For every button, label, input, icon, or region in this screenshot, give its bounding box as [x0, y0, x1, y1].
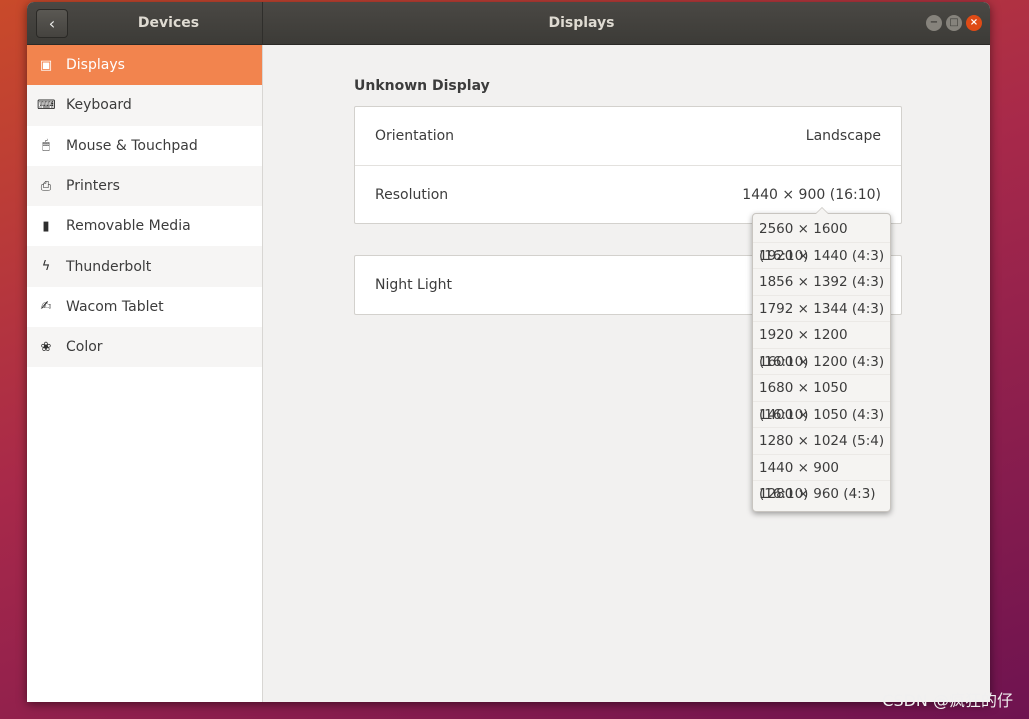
close-button[interactable]: × — [966, 15, 982, 31]
sidebar-item-displays[interactable]: ▣ Displays — [27, 45, 262, 86]
sidebar-item-color[interactable]: ❀ Color — [27, 327, 262, 368]
display-name-heading: Unknown Display — [354, 78, 490, 94]
display-icon: ▣ — [39, 57, 53, 73]
minimize-button[interactable]: − — [926, 15, 942, 31]
color-icon: ❀ — [40, 339, 52, 355]
sidebar-item-removable-media[interactable]: ▮ Removable Media — [27, 206, 262, 247]
printer-icon: ⎙ — [40, 178, 52, 194]
sidebar-header: ‹ Devices — [27, 2, 263, 45]
chevron-left-icon: ‹ — [48, 14, 56, 33]
resolution-option[interactable]: 1280 × 1024 (5:4) — [753, 428, 890, 455]
sidebar-item-label: Color — [66, 339, 103, 356]
sidebar-item-label: Printers — [66, 178, 120, 195]
window-controls: − □ × — [926, 15, 982, 31]
orientation-row[interactable]: Orientation Landscape — [355, 107, 901, 165]
page-title: Displays — [548, 15, 615, 31]
resolution-dropdown: 2560 × 1600 (16:10) 1920 × 1440 (4:3) 18… — [752, 207, 891, 512]
keyboard-icon: ⌨ — [37, 97, 56, 113]
resolution-option[interactable]: 2560 × 1600 (16:10) — [753, 216, 890, 264]
sidebar-item-label: Keyboard — [66, 97, 132, 114]
night-light-label: Night Light — [375, 277, 452, 293]
resolution-option[interactable]: 1600 × 1200 (4:3) — [753, 349, 890, 375]
maximize-button[interactable]: □ — [946, 15, 962, 31]
resolution-option[interactable]: 1680 × 1050 (16:10) — [753, 375, 890, 423]
sidebar-item-thunderbolt[interactable]: ϟ Thunderbolt — [27, 246, 262, 287]
sidebar-item-printers[interactable]: ⎙ Printers — [27, 165, 262, 207]
sidebar-item-label: Wacom Tablet — [66, 298, 164, 315]
sidebar-item-keyboard[interactable]: ⌨ Keyboard — [27, 85, 262, 126]
sidebar: ▣ Displays ⌨ Keyboard 🖱 Mouse & Touchpad… — [27, 45, 263, 702]
resolution-option[interactable]: 1920 × 1440 (4:3) — [753, 243, 890, 269]
resolution-option[interactable]: 1440 × 900 (16:10) — [753, 455, 890, 502]
thunderbolt-icon: ϟ — [41, 259, 51, 275]
header-bar: ‹ Devices Displays − □ × — [27, 2, 990, 45]
orientation-label: Orientation — [375, 128, 455, 144]
resolution-label: Resolution — [375, 186, 449, 203]
usb-icon: ▮ — [42, 218, 50, 234]
sidebar-item-wacom-tablet[interactable]: ✍ Wacom Tablet — [27, 286, 262, 328]
sidebar-item-label: Removable Media — [66, 218, 191, 235]
sidebar-item-mouse-touchpad[interactable]: 🖱 Mouse & Touchpad — [27, 125, 262, 166]
mouse-icon: 🖱 — [42, 138, 50, 154]
back-button[interactable]: ‹ — [36, 9, 68, 38]
resolution-option[interactable]: 1400 × 1050 (4:3) — [753, 402, 890, 428]
resolution-value: 1440 × 900 (16:10) — [742, 186, 881, 203]
resolution-option[interactable]: 1280 × 960 (4:3) — [753, 481, 890, 508]
sidebar-item-label: Displays — [66, 57, 125, 74]
tablet-icon: ✍ — [40, 299, 52, 315]
orientation-value: Landscape — [805, 128, 881, 144]
watermark: CSDN @疯狂的仔 — [882, 691, 1013, 710]
sidebar-title: Devices — [137, 15, 200, 31]
resolution-option[interactable]: 1792 × 1344 (4:3) — [753, 296, 890, 322]
resolution-option[interactable]: 1920 × 1200 (16:10) — [753, 322, 890, 370]
resolution-option[interactable]: 1856 × 1392 (4:3) — [753, 269, 890, 296]
sidebar-item-label: Mouse & Touchpad — [66, 137, 198, 154]
sidebar-item-label: Thunderbolt — [66, 258, 152, 275]
